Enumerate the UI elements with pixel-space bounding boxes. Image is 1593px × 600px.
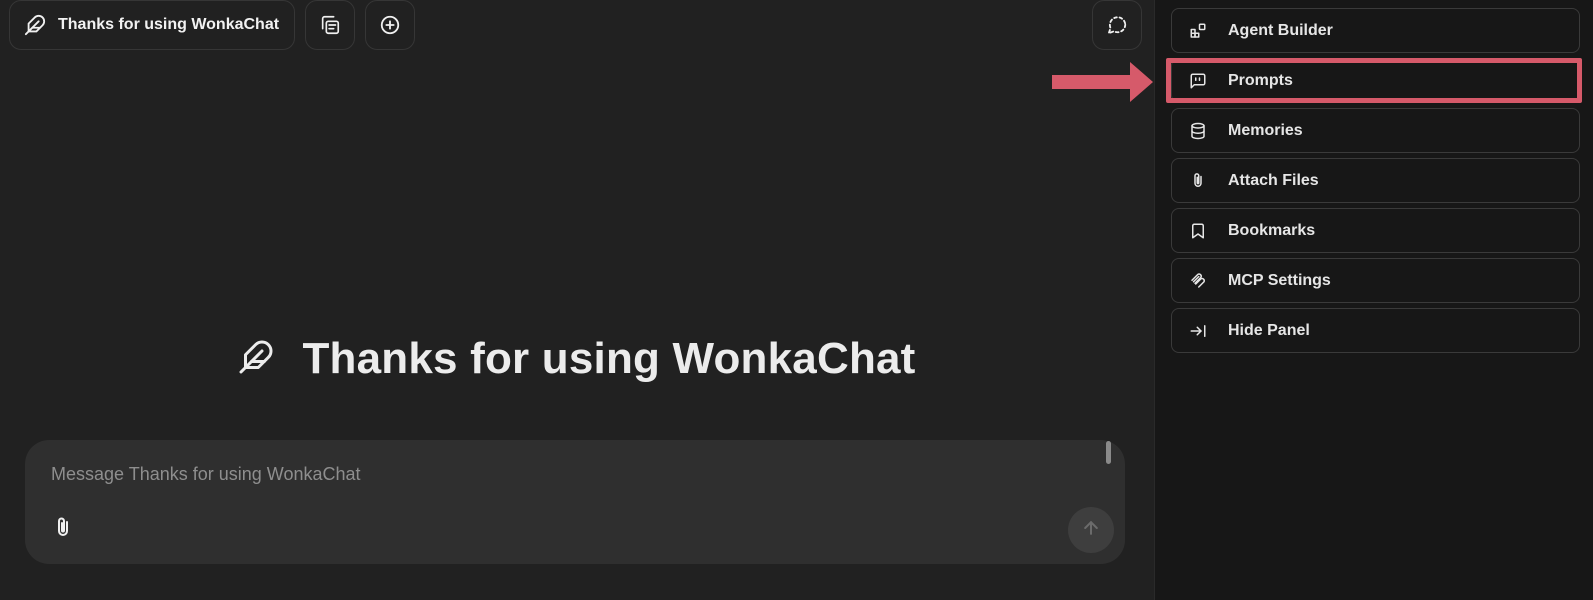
feather-icon — [238, 339, 274, 380]
panel-item-memories[interactable]: Memories — [1171, 108, 1580, 153]
composer-scrollbar[interactable] — [1106, 441, 1111, 464]
pointer-arrow-icon — [1052, 62, 1153, 102]
plus-circle-icon — [379, 14, 401, 36]
side-panel-list: Agent Builder Prompts Memories Attach Fi… — [1171, 8, 1580, 358]
send-button[interactable] — [1068, 507, 1114, 553]
panel-item-label: MCP Settings — [1228, 271, 1331, 289]
panel-item-label: Attach Files — [1228, 171, 1319, 189]
panel-item-hide-panel[interactable]: Hide Panel — [1171, 308, 1580, 353]
panel-item-attach-files[interactable]: Attach Files — [1171, 158, 1580, 203]
panel-item-mcp-settings[interactable]: MCP Settings — [1171, 258, 1580, 303]
chat-main-area: Thanks for using WonkaChat Thanks for us… — [0, 0, 1154, 600]
panel-item-label: Prompts — [1228, 71, 1293, 89]
feather-icon — [24, 14, 46, 36]
arrow-up-icon — [1081, 518, 1101, 543]
paperclip-icon — [51, 516, 75, 545]
panel-item-label: Memories — [1228, 121, 1303, 139]
panel-item-label: Agent Builder — [1228, 21, 1333, 39]
panel-item-bookmarks[interactable]: Bookmarks — [1171, 208, 1580, 253]
temporary-chat-button[interactable] — [1092, 0, 1142, 50]
new-chat-button[interactable] — [365, 0, 416, 50]
top-bar: Thanks for using WonkaChat — [9, 0, 416, 50]
panel-item-label: Hide Panel — [1228, 321, 1310, 339]
welcome-heading: Thanks for using WonkaChat — [0, 334, 1154, 384]
message-input[interactable] — [51, 460, 1051, 488]
attach-file-button[interactable] — [47, 514, 79, 546]
panel-item-label: Bookmarks — [1228, 221, 1316, 239]
database-icon — [1189, 122, 1207, 140]
message-composer — [25, 440, 1125, 564]
paperclip-icon — [1189, 172, 1207, 190]
blocks-icon — [1189, 22, 1207, 40]
copy-conversation-button[interactable] — [305, 0, 356, 50]
mcp-icon — [1189, 272, 1207, 290]
side-panel: Agent Builder Prompts Memories Attach Fi… — [1154, 0, 1593, 600]
arrow-right-to-line-icon — [1189, 322, 1207, 340]
model-selector-button[interactable]: Thanks for using WonkaChat — [9, 0, 296, 50]
panel-item-prompts[interactable]: Prompts — [1171, 58, 1580, 103]
copy-icon — [319, 14, 341, 36]
panel-item-agent-builder[interactable]: Agent Builder — [1171, 8, 1580, 53]
bookmark-icon — [1189, 222, 1207, 240]
model-selector-label: Thanks for using WonkaChat — [58, 16, 280, 33]
dashed-chat-icon — [1106, 14, 1128, 36]
app-window: Thanks for using WonkaChat Thanks for us… — [0, 0, 1593, 600]
welcome-title: Thanks for using WonkaChat — [302, 334, 916, 383]
message-quote-icon — [1189, 72, 1207, 90]
